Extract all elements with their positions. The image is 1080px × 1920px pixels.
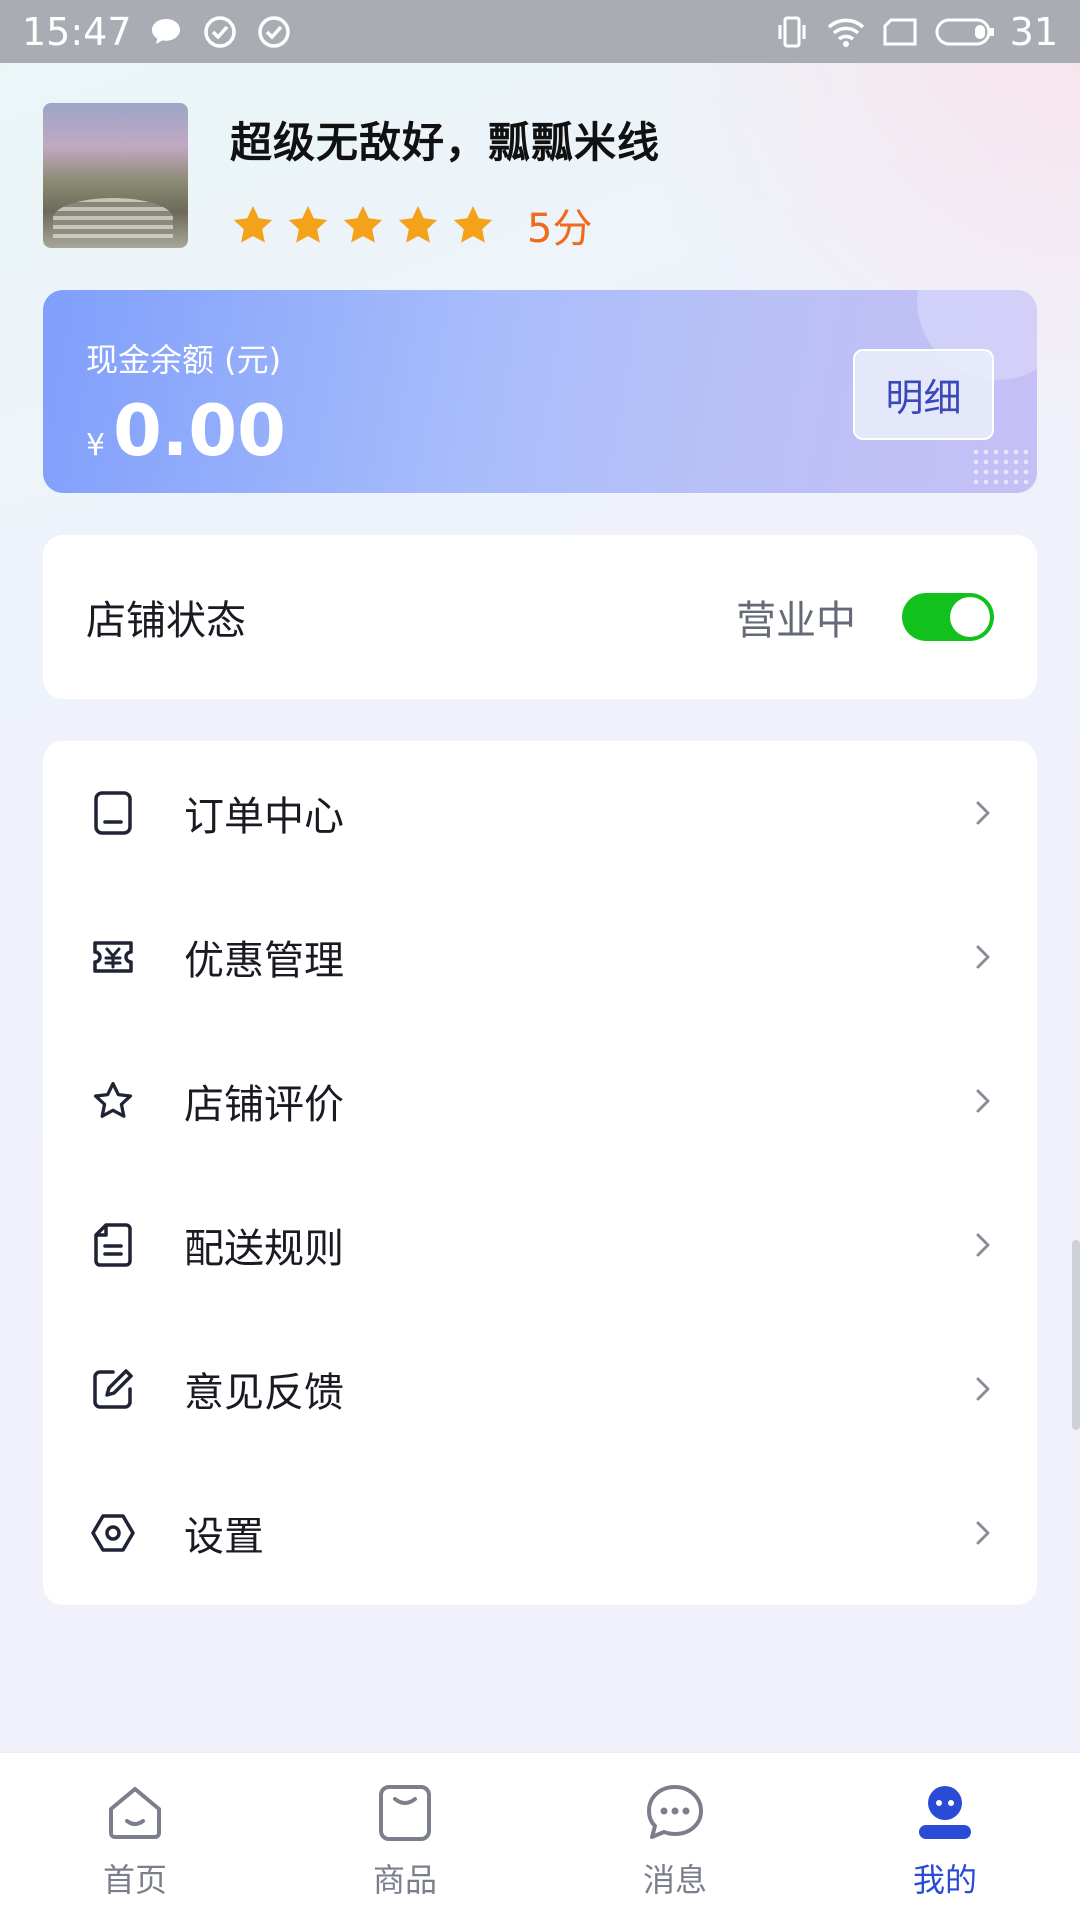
toggle-knob [950, 597, 990, 637]
sim-icon [880, 12, 920, 52]
chevron-right-icon [976, 1521, 990, 1545]
shop-avatar[interactable] [43, 103, 188, 248]
balance-amount: 0.00 [113, 390, 286, 472]
home-icon [109, 1787, 161, 1839]
nav-item-profile[interactable]: 我的 [810, 1753, 1080, 1920]
nav-label: 我的 [912, 1861, 977, 1899]
menu-item-feedback[interactable]: 意见反馈 [43, 1317, 1037, 1461]
shop-name: 超级无敌好，瓢瓢米线 [230, 118, 661, 167]
menu-item-label: 优惠管理 [184, 938, 344, 984]
chevron-right-icon [976, 1377, 990, 1401]
menu-item-settings[interactable]: 设置 [43, 1461, 1037, 1605]
menu-item-coupon-management[interactable]: 优惠管理 [43, 885, 1037, 1029]
shop-header: 超级无敌好，瓢瓢米线 5分 [43, 103, 1043, 252]
menu-item-label: 意见反馈 [184, 1370, 344, 1416]
check-circle-icon [254, 12, 294, 52]
menu-item-label: 设置 [184, 1514, 264, 1560]
balance-label: 现金余额 (元) [86, 341, 282, 379]
status-time: 15:47 [22, 9, 132, 54]
menu-item-order-center[interactable]: 订单中心 [43, 741, 1037, 885]
menu-item-label: 配送规则 [184, 1226, 344, 1272]
star-icon [288, 205, 328, 243]
chevron-right-icon [976, 1233, 990, 1257]
store-status-toggle[interactable] [902, 593, 994, 641]
balance-card: 现金余额 (元) ¥ 0.00 明细 [43, 290, 1037, 493]
chevron-right-icon [976, 1089, 990, 1113]
battery-icon [934, 12, 996, 52]
chat-bubble-icon [146, 12, 186, 52]
menu-list: 订单中心 优惠管理 店铺评价 配送规则 意见反馈 设置 [43, 741, 1037, 1605]
profile-icon [919, 1786, 971, 1839]
nav-label: 消息 [642, 1861, 707, 1899]
edit-icon [90, 1366, 136, 1412]
star-icon [233, 205, 273, 243]
star-icon [453, 205, 493, 243]
currency-symbol: ¥ [86, 428, 106, 463]
menu-item-label: 店铺评价 [184, 1082, 344, 1128]
vibrate-icon [772, 12, 812, 52]
nav-item-products[interactable]: 商品 [270, 1753, 540, 1920]
message-icon [647, 1785, 703, 1839]
menu-item-store-reviews[interactable]: 店铺评价 [43, 1029, 1037, 1173]
settings-icon [90, 1510, 136, 1556]
nav-label: 商品 [372, 1861, 437, 1899]
status-bar: 15:47 31 [0, 0, 1080, 63]
rating-score: 5分 [527, 206, 593, 252]
shop-info: 超级无敌好，瓢瓢米线 5分 [230, 103, 661, 252]
star-icon [343, 205, 383, 243]
chevron-right-icon [976, 945, 990, 969]
store-status-card: 店铺状态 营业中 [43, 535, 1037, 699]
bag-icon [379, 1785, 431, 1841]
star-icon [398, 205, 438, 243]
document-icon [90, 1222, 136, 1268]
shop-rating: 5分 [230, 196, 660, 254]
scrollbar[interactable] [1072, 1240, 1080, 1430]
store-status-label: 店铺状态 [86, 598, 246, 644]
nav-label: 首页 [102, 1861, 167, 1899]
menu-item-label: 订单中心 [184, 794, 344, 840]
star-outline-icon [90, 1078, 136, 1124]
coupon-icon [90, 934, 136, 980]
menu-item-delivery-rules[interactable]: 配送规则 [43, 1173, 1037, 1317]
bottom-nav: 首页 商品 消息 我的 [0, 1752, 1080, 1920]
nav-item-messages[interactable]: 消息 [540, 1753, 810, 1920]
battery-level: 31 [1009, 9, 1058, 54]
status-right: 31 [772, 10, 1058, 54]
wifi-icon [826, 12, 866, 52]
balance-value: ¥ 0.00 [86, 390, 286, 472]
nav-item-home[interactable]: 首页 [0, 1753, 270, 1920]
status-left: 15:47 [22, 10, 294, 54]
check-circle-icon [200, 12, 240, 52]
chevron-right-icon [976, 801, 990, 825]
store-status-value: 营业中 [736, 598, 856, 644]
detail-button[interactable]: 明细 [853, 349, 994, 440]
order-icon [90, 790, 136, 836]
